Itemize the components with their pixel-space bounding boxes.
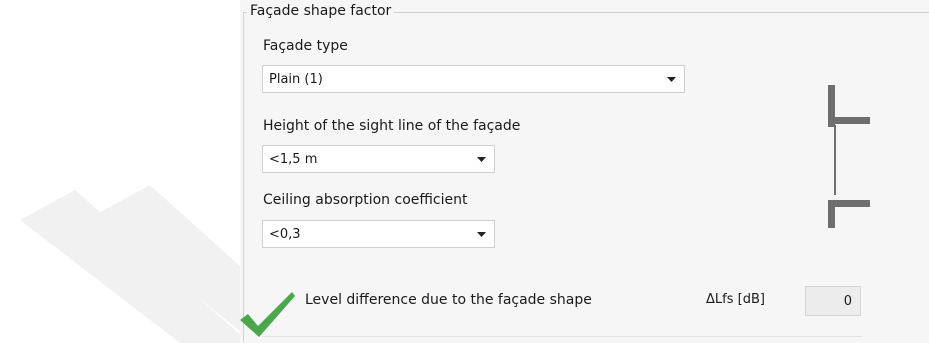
facade-type-label: Façade type <box>263 38 348 54</box>
facade-type-select[interactable]: Plain (1) <box>262 65 685 93</box>
sight-line-value: <1,5 m <box>269 151 318 167</box>
sight-line-label: Height of the sight line of the façade <box>263 118 521 134</box>
checkmark-icon <box>240 292 295 337</box>
delta-lfs-value-text: 0 <box>843 293 852 309</box>
delta-lfs-label: ΔLfs [dB] <box>706 292 765 307</box>
delta-lfs-value: 0 <box>805 286 861 316</box>
ceiling-absorption-select[interactable]: <0,3 <box>262 220 495 248</box>
facade-type-value: Plain (1) <box>269 71 323 87</box>
level-difference-label: Level difference due to the façade shape <box>305 292 592 308</box>
group-title: Façade shape factor <box>247 3 395 19</box>
facade-profile-icon <box>828 85 870 228</box>
sight-line-select[interactable]: <1,5 m <box>262 145 495 173</box>
chevron-down-icon[interactable] <box>658 76 684 82</box>
separator <box>262 336 862 337</box>
ceiling-absorption-value: <0,3 <box>269 226 301 242</box>
chevron-down-icon[interactable] <box>468 231 494 237</box>
ceiling-absorption-label: Ceiling absorption coefficient <box>263 192 468 208</box>
chevron-down-icon[interactable] <box>468 156 494 162</box>
